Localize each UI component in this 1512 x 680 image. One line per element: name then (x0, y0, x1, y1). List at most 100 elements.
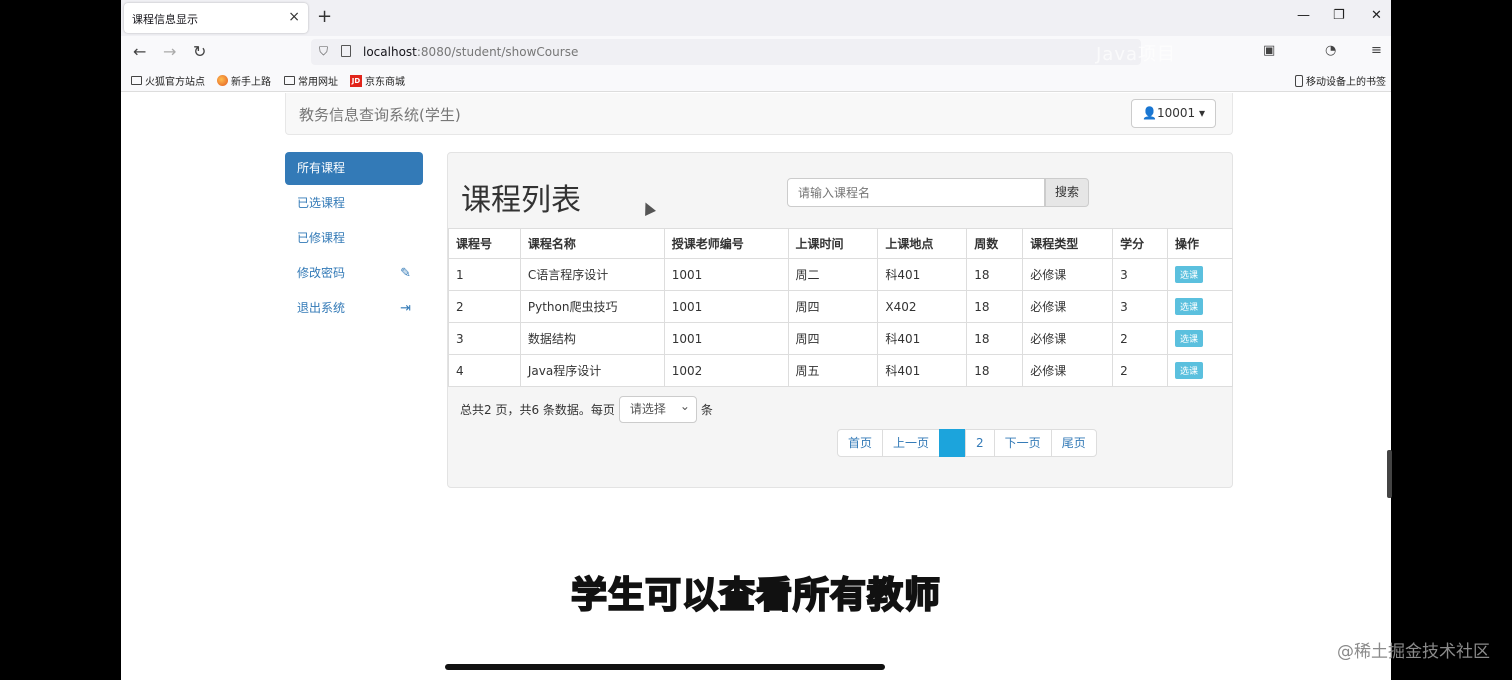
address-bar[interactable]: ⛉ localhost:8080/student/showCourse (311, 39, 1141, 65)
table-cell: 1002 (663, 354, 789, 387)
table-cell: 1001 (663, 322, 789, 355)
sidebar-item-change-password[interactable]: 修改密码 ✎ (285, 257, 423, 290)
table-header-row: 课程号 课程名称 授课老师编号 上课时间 上课地点 周数 课程类型 学分 操作 (448, 228, 1233, 259)
user-menu-button[interactable]: 👤10001 ▾ (1131, 99, 1216, 128)
select-course-button[interactable]: 选课 (1175, 266, 1204, 283)
tab-close-icon[interactable]: × (288, 9, 300, 25)
table-cell: 必修课 (1022, 258, 1114, 291)
search-button[interactable]: 搜索 (1045, 178, 1089, 207)
table-cell: 2 (1112, 354, 1168, 387)
pagination-info-suffix: 条 (700, 403, 713, 417)
tab-title: 课程信息显示 (132, 13, 198, 26)
table-cell: 科401 (877, 354, 968, 387)
page-size-select[interactable]: 请选择 (618, 394, 697, 423)
tab-strip: 课程信息显示 × + — ❐ ✕ (121, 0, 1391, 36)
table-cell: 必修课 (1022, 290, 1114, 323)
pagination-info: 总共2 页，共6 条数据。每页 请选择 条 (460, 394, 713, 423)
app-brand[interactable]: 教务信息查询系统(学生) (299, 104, 461, 125)
bookmark-jd[interactable]: JD 京东商城 (350, 73, 405, 88)
table-cell: 4 (448, 354, 521, 387)
extension-icon[interactable]: ▣ (1263, 43, 1275, 58)
forward-icon[interactable]: → (163, 42, 176, 61)
table-cell: 1001 (663, 290, 789, 323)
jd-logo-icon: JD (350, 74, 362, 87)
table-cell: 3 (1112, 290, 1168, 323)
reload-icon[interactable]: ↻ (193, 42, 206, 61)
search-input[interactable] (787, 178, 1045, 207)
table-cell: 18 (966, 322, 1024, 355)
table-cell: 3 (448, 322, 521, 355)
app-navbar: 教务信息查询系统(学生) 👤10001 ▾ (285, 93, 1233, 135)
sidebar-item-completed-courses[interactable]: 已修课程 (285, 222, 423, 255)
column-header: 课程名称 (519, 228, 665, 259)
bookmark-firefox-site[interactable]: 火狐官方站点 (131, 73, 205, 88)
table-cell: 1 (448, 258, 521, 291)
logout-icon: ⇥ (400, 301, 411, 316)
column-header: 上课时间 (787, 228, 879, 259)
navigation-bar: ← → ↻ ⛉ localhost:8080/student/showCours… (121, 36, 1391, 68)
table-cell: 18 (966, 258, 1024, 291)
home-indicator (445, 664, 885, 670)
next-page-link[interactable]: 下一页 (993, 429, 1052, 457)
url-text[interactable]: localhost:8080/student/showCourse (363, 45, 578, 59)
folder-icon (284, 76, 295, 85)
table-row: 1 C语言程序设计 1001 周二 科401 18 必修课 3 选课 (448, 258, 1233, 291)
column-header: 上课地点 (877, 228, 968, 259)
video-watermark: Java项目 (1096, 44, 1177, 65)
minimize-icon[interactable]: — (1297, 8, 1310, 23)
restore-icon[interactable]: ❐ (1333, 8, 1345, 23)
table-cell: 必修课 (1022, 322, 1114, 355)
select-course-button[interactable]: 选课 (1175, 298, 1204, 315)
browser-tab[interactable]: 课程信息显示 × (124, 3, 308, 33)
menu-icon[interactable]: ≡ (1371, 43, 1382, 58)
user-icon: 👤 (1142, 106, 1157, 120)
table-cell: 必修课 (1022, 354, 1114, 387)
table-cell: 周二 (787, 258, 879, 291)
mobile-bookmarks[interactable]: 移动设备上的书签 (1295, 73, 1386, 88)
pagination-info-text: 总共2 页，共6 条数据。每页 (460, 403, 615, 417)
table-cell: 数据结构 (519, 322, 665, 355)
table-cell: C语言程序设计 (519, 258, 665, 291)
column-header: 课程号 (448, 228, 521, 259)
bookmark-getting-started[interactable]: 新手上路 (217, 73, 271, 88)
sidebar: 所有课程 已选课程 已修课程 修改密码 ✎ 退出系统 ⇥ (285, 152, 423, 327)
close-window-icon[interactable]: ✕ (1371, 8, 1382, 23)
course-panel: 课程列表 搜索 课程号 课程名称 授课老师编号 上课时间 上课地点 周数 (447, 152, 1233, 488)
table-cell: 3 (1112, 258, 1168, 291)
new-tab-icon[interactable]: + (317, 6, 332, 27)
first-page-link[interactable]: 首页 (837, 429, 884, 457)
select-course-button[interactable]: 选课 (1175, 362, 1204, 379)
table-cell: X402 (877, 290, 968, 323)
video-subtitle: 学生可以查看所有教师 (570, 574, 941, 617)
scrollbar-handle[interactable] (1387, 450, 1392, 498)
column-header: 周数 (966, 228, 1024, 259)
sidebar-item-all-courses[interactable]: 所有课程 (285, 152, 423, 185)
table-cell: 2 (1112, 322, 1168, 355)
column-header: 操作 (1167, 228, 1233, 259)
table-cell: 科401 (877, 258, 968, 291)
page-link-2[interactable]: 2 (965, 429, 995, 457)
table-row: 4 Java程序设计 1002 周五 科401 18 必修课 2 选课 (448, 354, 1233, 387)
sidebar-item-logout[interactable]: 退出系统 ⇥ (285, 292, 423, 325)
page-icon (341, 45, 351, 57)
account-icon[interactable]: ◔ (1325, 43, 1336, 58)
prev-page-link[interactable]: 上一页 (882, 429, 941, 457)
sidebar-item-selected-courses[interactable]: 已选课程 (285, 187, 423, 220)
page-link-current[interactable]: 1 (939, 429, 967, 457)
table-cell: 科401 (877, 322, 968, 355)
table-cell: 选课 (1167, 290, 1233, 323)
folder-icon (131, 76, 142, 85)
select-course-button[interactable]: 选课 (1175, 330, 1204, 347)
course-table: 课程号 课程名称 授课老师编号 上课时间 上课地点 周数 课程类型 学分 操作 … (448, 228, 1233, 387)
bookmark-common-sites[interactable]: 常用网址 (284, 73, 338, 88)
shield-icon[interactable]: ⛉ (319, 44, 328, 59)
last-page-link[interactable]: 尾页 (1050, 429, 1097, 457)
table-cell: 选课 (1167, 322, 1233, 355)
mobile-icon (1295, 74, 1303, 87)
pagination: 首页 上一页 1 2 下一页 尾页 (837, 429, 1097, 457)
table-row: 2 Python爬虫技巧 1001 周四 X402 18 必修课 3 选课 (448, 290, 1233, 323)
back-icon[interactable]: ← (133, 42, 146, 61)
browser-window: 课程信息显示 × + — ❐ ✕ ← → ↻ ⛉ localhost:8080/… (121, 0, 1391, 680)
table-cell: 18 (966, 290, 1024, 323)
table-cell: 选课 (1167, 258, 1233, 291)
